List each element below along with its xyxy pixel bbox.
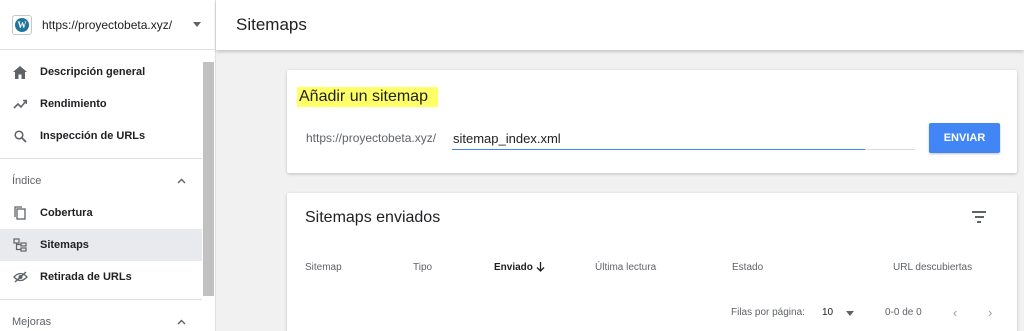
sidebar-item-overview[interactable]: Descripción general [0, 56, 202, 88]
input-underline [865, 149, 915, 150]
sidebar-item-label: Descripción general [40, 66, 146, 78]
chevron-left-icon[interactable]: ‹ [953, 305, 957, 320]
eye-off-icon [12, 269, 28, 285]
add-sitemap-card: Añadir un sitemap https://proyectobeta.x… [287, 70, 1017, 173]
section-improvements[interactable]: Mejoras [0, 306, 202, 331]
page-header: Sitemaps [216, 0, 1024, 50]
column-header-submitted[interactable]: Enviado [494, 262, 533, 273]
filter-icon[interactable] [972, 211, 986, 223]
arrow-down-icon[interactable] [536, 261, 545, 272]
divider [0, 158, 202, 159]
submitted-sitemaps-title: Sitemaps enviados [305, 209, 441, 226]
column-header-status[interactable]: Estado [732, 262, 763, 273]
column-header-sitemap[interactable]: Sitemap [305, 262, 342, 273]
sidebar-item-coverage[interactable]: Cobertura [0, 197, 202, 229]
sidebar-item-removals[interactable]: Retirada de URLs [0, 261, 202, 293]
rows-per-page-select[interactable]: 10 [822, 307, 833, 318]
column-header-type[interactable]: Tipo [413, 262, 432, 273]
rows-per-page-label: Filas por página: [731, 307, 805, 318]
section-label: Mejoras [12, 316, 52, 328]
sidebar-nav: Descripción general Rendimiento Inspecci… [0, 56, 202, 331]
chevron-up-icon [177, 319, 186, 325]
sidebar-item-label: Inspección de URLs [40, 130, 146, 142]
column-header-last-read[interactable]: Última lectura [595, 262, 656, 273]
sidebar-item-url-inspection[interactable]: Inspección de URLs [0, 120, 202, 152]
sidebar-item-performance[interactable]: Rendimiento [0, 88, 202, 120]
sidebar-item-label: Retirada de URLs [40, 271, 132, 283]
page-title: Sitemaps [236, 15, 307, 34]
chevron-up-icon [177, 178, 186, 184]
submit-sitemap-button[interactable]: ENVIAR [929, 123, 1000, 153]
add-sitemap-title: Añadir un sitemap [297, 87, 438, 107]
chevron-down-icon[interactable] [846, 311, 854, 316]
search-icon [12, 128, 28, 144]
chevron-down-icon[interactable] [193, 22, 201, 27]
sitemap-url-input[interactable] [452, 128, 865, 150]
property-url: https://proyectobeta.xyz/ [42, 17, 173, 32]
sitemap-url-prefix: https://proyectobeta.xyz/ [306, 131, 437, 145]
column-header-discovered-urls[interactable]: URL descubiertas [893, 262, 972, 273]
sidebar-item-sitemaps[interactable]: Sitemaps [0, 229, 202, 261]
sitemap-icon [12, 237, 28, 253]
sidebar-item-label: Sitemaps [40, 239, 89, 251]
sidebar-item-label: Cobertura [40, 207, 93, 219]
wordpress-icon: W [12, 14, 32, 35]
copy-icon [12, 205, 28, 221]
sidebar-item-label: Rendimiento [40, 98, 107, 110]
section-label: Índice [12, 175, 42, 187]
sidebar: W https://proyectobeta.xyz/ Descripción … [0, 0, 216, 331]
trending-icon [12, 96, 28, 112]
sidebar-scrollbar[interactable] [203, 62, 214, 296]
pagination-range: 0-0 de 0 [885, 307, 922, 318]
submitted-sitemaps-card: Sitemaps enviados Sitemap Tipo Enviado Ú… [287, 193, 1017, 331]
divider [0, 299, 202, 300]
home-icon [12, 64, 28, 80]
property-selector[interactable]: W https://proyectobeta.xyz/ [0, 0, 215, 50]
section-index[interactable]: Índice [0, 165, 202, 197]
chevron-right-icon[interactable]: › [988, 305, 992, 320]
